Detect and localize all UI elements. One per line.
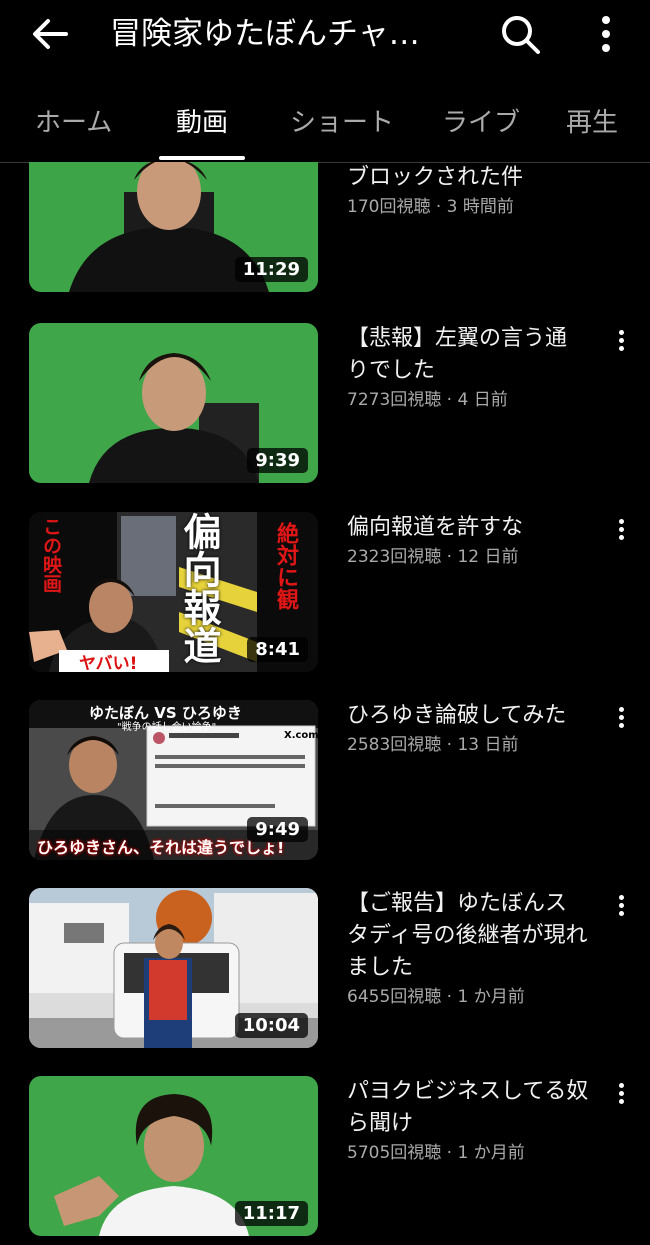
video-thumbnail[interactable]: 11:29 (29, 162, 318, 292)
video-item[interactable]: 11:29 ブロックされた件 170回視聴 · 3 時間前 (0, 162, 650, 292)
video-duration: 11:17 (234, 1201, 308, 1226)
more-vert-icon[interactable] (610, 704, 632, 734)
thumb-brand: X.com (284, 730, 318, 741)
video-duration: 10:04 (234, 1013, 308, 1038)
video-meta: 【ご報告】ゆたぼんス タディ号の後継者が現れ ました 6455回視聴 · 1 か… (347, 888, 597, 1010)
active-tab-indicator (159, 156, 245, 160)
video-title[interactable]: パヨクビジネスしてる奴 (347, 1076, 597, 1108)
arrow-left-icon[interactable] (30, 14, 70, 54)
video-title[interactable]: 【ご報告】ゆたぼんス (347, 888, 597, 920)
video-meta: ブロックされた件 170回視聴 · 3 時間前 (347, 162, 597, 220)
tab-playlists[interactable]: 再生 (566, 102, 618, 139)
video-title[interactable]: ら聞け (347, 1108, 597, 1140)
thumb-text-sub: "戦争の話し合い論争" (117, 722, 217, 733)
video-title[interactable]: 【悲報】左翼の言う通 (347, 323, 597, 355)
video-meta: 【悲報】左翼の言う通 りでした 7273回視聴 · 4 日前 (347, 323, 597, 413)
video-thumbnail[interactable]: ゆたぼん VS ひろゆき "戦争の話し合い論争" X.com ひろゆきさん、それ… (29, 700, 318, 860)
video-duration: 11:29 (234, 257, 308, 282)
tab-live[interactable]: ライブ (442, 102, 520, 139)
video-title[interactable]: ひろゆき論破してみた (347, 700, 597, 732)
video-meta: ひろゆき論破してみた 2583回視聴 · 13 日前 (347, 700, 597, 758)
video-title[interactable]: りでした (347, 355, 597, 387)
video-item[interactable]: 11:17 パヨクビジネスしてる奴 ら聞け 5705回視聴 · 1 か月前 (0, 1076, 650, 1236)
thumb-text-main: 偏向報道 (177, 512, 221, 664)
video-list[interactable]: 11:29 ブロックされた件 170回視聴 · 3 時間前 9:39 【悲報】左… (0, 162, 650, 1245)
tab-home[interactable]: ホーム (35, 102, 112, 139)
video-stats: 6455回視聴 · 1 か月前 (347, 987, 525, 1007)
app-bar: 冒険家ゆたぼんチャ… (0, 0, 650, 68)
video-title[interactable]: タディ号の後継者が現れ (347, 920, 597, 952)
video-meta: パヨクビジネスしてる奴 ら聞け 5705回視聴 · 1 か月前 (347, 1076, 597, 1166)
video-title[interactable]: ブロックされた件 (347, 162, 597, 194)
video-stats: 7273回視聴 · 4 日前 (347, 390, 508, 410)
video-title[interactable]: 偏向報道を許すな (347, 512, 597, 544)
more-vert-icon[interactable] (610, 1080, 632, 1110)
tab-shorts[interactable]: ショート (290, 102, 394, 139)
video-thumbnail[interactable]: 11:17 (29, 1076, 318, 1236)
channel-tabs: ホーム 動画 ショート ライブ 再生 (0, 86, 650, 163)
video-duration: 8:41 (247, 637, 308, 662)
video-stats: 2323回視聴 · 12 日前 (347, 547, 519, 567)
video-thumbnail[interactable]: 9:39 (29, 323, 318, 483)
thumb-text-bottom: ヤバい! (79, 654, 138, 672)
more-vert-icon[interactable] (610, 516, 632, 546)
video-meta: 偏向報道を許すな 2323回視聴 · 12 日前 (347, 512, 597, 570)
search-icon[interactable] (498, 12, 542, 56)
thumb-text-right: 絶対に観 (273, 522, 298, 610)
channel-title: 冒険家ゆたぼんチャ… (110, 16, 420, 52)
video-duration: 9:49 (247, 817, 308, 842)
video-item[interactable]: 10:04 【ご報告】ゆたぼんス タディ号の後継者が現れ ました 6455回視聴… (0, 888, 650, 1048)
video-stats: 170回視聴 · 3 時間前 (347, 197, 514, 217)
more-vert-icon[interactable] (610, 327, 632, 357)
video-duration: 9:39 (247, 448, 308, 473)
tab-videos[interactable]: 動画 (176, 102, 228, 139)
video-thumbnail[interactable]: この映画 偏向報道 絶対に観 ヤバい! 8:41 (29, 512, 318, 672)
thumb-text-left: この映画 (40, 517, 62, 593)
more-vert-icon[interactable] (592, 12, 620, 56)
video-stats: 5705回視聴 · 1 か月前 (347, 1143, 525, 1163)
video-title[interactable]: ました (347, 952, 597, 984)
video-stats: 2583回視聴 · 13 日前 (347, 735, 519, 755)
video-item[interactable]: ゆたぼん VS ひろゆき "戦争の話し合い論争" X.com ひろゆきさん、それ… (0, 700, 650, 860)
more-vert-icon[interactable] (610, 892, 632, 922)
video-item[interactable]: この映画 偏向報道 絶対に観 ヤバい! 8:41 偏向報道を許すな 2323回視… (0, 512, 650, 672)
video-thumbnail[interactable]: 10:04 (29, 888, 318, 1048)
video-item[interactable]: 9:39 【悲報】左翼の言う通 りでした 7273回視聴 · 4 日前 (0, 323, 650, 483)
